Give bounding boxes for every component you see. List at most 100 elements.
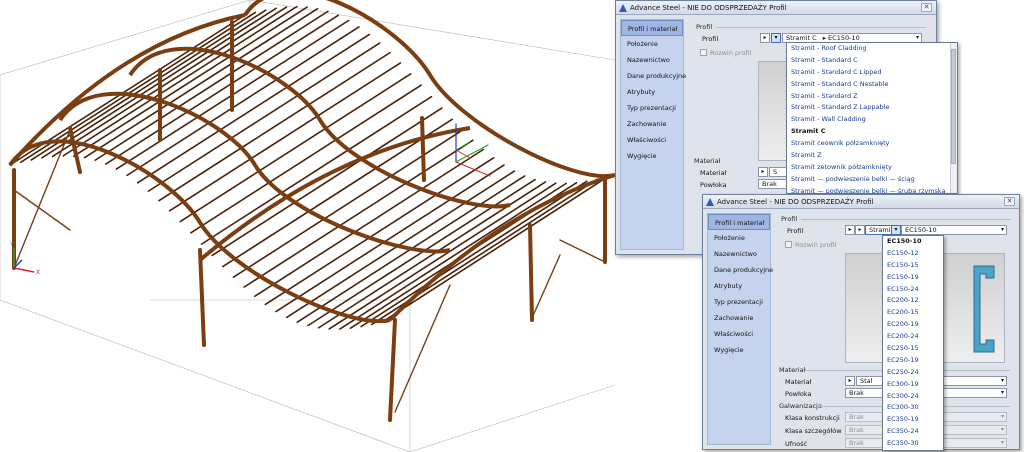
dropdown-option[interactable]: Stramit Z — [787, 150, 957, 162]
sidebar-item[interactable]: Zachowanie — [621, 116, 683, 132]
sidebar-item[interactable]: Dane produkcyjne — [708, 262, 773, 278]
dialog-titlebar[interactable]: Advance Steel - NIE DO ODSPRZEDAŻY Profi… — [703, 195, 1019, 209]
close-icon[interactable]: ✕ — [921, 3, 932, 12]
column — [198, 248, 206, 347]
dropdown-option[interactable]: EC300-19 — [883, 379, 943, 391]
dropdown-option[interactable]: Stramit C — [787, 126, 957, 138]
dropdown-option[interactable]: EC350-30 — [883, 438, 943, 450]
dropdown-option[interactable]: EC150-15 — [883, 260, 943, 272]
purlin — [232, 129, 464, 278]
steel-structure-model[interactable] — [8, 0, 616, 422]
dropdown-scrollbar[interactable] — [950, 43, 957, 193]
sidebar-item[interactable]: Położenie — [621, 36, 683, 52]
dialog-sidebar: Profil i materiał Położenie Nazewnictwo Dan… — [620, 19, 686, 250]
sidebar-item[interactable]: Atrybuty — [621, 84, 683, 100]
size-combo[interactable]: EC150-10 ▾ — [901, 225, 1007, 235]
size-dropdown-button[interactable]: ▾ — [891, 225, 901, 235]
sidebar-item[interactable]: Nazewnictwo — [621, 52, 683, 68]
dropdown-option[interactable]: EC300-24 — [883, 391, 943, 403]
sidebar-item[interactable]: Profil i materiał — [621, 20, 683, 36]
sidebar-item[interactable]: Wygięcie — [708, 342, 770, 358]
dropdown-option[interactable]: Stramit - Roof Cladding — [787, 43, 957, 55]
cross-frame — [388, 173, 616, 322]
dialog-titlebar[interactable]: Advance Steel - NIE DO ODSPRZEDAŻY Profi… — [616, 1, 936, 15]
chevron-down-icon: ▾ — [915, 34, 919, 41]
material-prev-icon[interactable]: ▸ — [758, 167, 768, 177]
scrollbar-thumb[interactable] — [951, 49, 956, 164]
profile-dialog-front: Advance Steel - NIE DO ODSPRZEDAŻY Profi… — [702, 194, 1020, 450]
sidebar-item[interactable]: Atrybuty — [708, 278, 770, 294]
confidence-value: Brak — [849, 439, 864, 447]
sidebar-item[interactable]: Typ prezentacji — [621, 100, 683, 116]
size-value: EC150-10 — [828, 34, 860, 42]
dropdown-option[interactable]: EC350-24 — [883, 426, 943, 438]
unfold-profile-checkbox[interactable] — [785, 241, 792, 248]
unfold-profile-label: Rozwiń profil — [795, 241, 837, 249]
coating-combo[interactable]: Brak — [758, 179, 789, 189]
sidebar-item[interactable]: Dane produkcyjne — [621, 68, 686, 84]
class-detail-label: Klasa szczegółów — [785, 427, 842, 435]
dropdown-option[interactable]: EC200-19 — [883, 319, 943, 331]
dropdown-option[interactable]: EC350-19 — [883, 414, 943, 426]
brace — [559, 239, 606, 263]
material-prev-icon[interactable]: ▸ — [845, 376, 855, 386]
ucs-y-label: Y — [9, 241, 14, 248]
dropdown-option[interactable]: Stramit - Wall Cladding — [787, 114, 957, 126]
dropdown-option[interactable]: EC200-24 — [883, 331, 943, 343]
section-profile-title: Profil — [781, 215, 798, 223]
dropdown-option[interactable]: EC150-12 — [883, 248, 943, 260]
chevron-down-icon: ▾ — [1000, 377, 1004, 384]
purlin — [94, 10, 329, 162]
dropdown-option[interactable]: Stramit - Standard C Nestable — [787, 79, 957, 91]
dropdown-option[interactable]: EC150-10 — [883, 236, 943, 248]
sidebar-item[interactable]: Wygięcie — [621, 148, 683, 164]
section-galv-title: Galwanizacja — [779, 402, 822, 410]
viewport-bounding-box — [0, 0, 616, 452]
dropdown-option[interactable]: Stramit — podwieszenie belki — śruba rzy… — [787, 186, 957, 193]
sidebar-item[interactable]: Typ prezentacji — [708, 294, 770, 310]
family-value: Stramit C — [786, 34, 817, 42]
dropdown-option[interactable]: Stramit - Standard Z Lappable — [787, 102, 957, 114]
profile-size-dropdown-list[interactable]: EC150-10 EC150-12 EC150-15 EC150-19 EC150-24… — [882, 235, 944, 451]
bbox-line — [409, 384, 616, 452]
dropdown-option[interactable]: EC200-12 — [883, 295, 943, 307]
column — [420, 116, 426, 182]
sidebar-item[interactable]: Właściwości — [621, 132, 683, 148]
advance-steel-logo-icon — [706, 198, 714, 206]
sidebar-item[interactable]: Profil i materiał — [708, 214, 770, 230]
sidebar-item[interactable]: Właściwości — [708, 326, 770, 342]
material-label: Materiał — [785, 378, 812, 386]
material-value: Stal — [860, 377, 873, 385]
dropdown-option[interactable]: EC300-30 — [883, 402, 943, 414]
unfold-profile-checkbox[interactable] — [700, 49, 707, 56]
profile-family-dropdown-list[interactable]: Stramit - Roof Cladding Stramit - Standar… — [786, 42, 958, 194]
dropdown-option[interactable]: Stramit - Standard Z — [787, 91, 957, 103]
coating-combo[interactable]: Brak — [845, 388, 885, 398]
dropdown-option[interactable]: EC150-19 — [883, 272, 943, 284]
dropdown-option[interactable]: EC250-24 — [883, 367, 943, 379]
close-icon[interactable]: ✕ — [1004, 197, 1015, 206]
dropdown-option[interactable]: EC200-15 — [883, 307, 943, 319]
dropdown-option[interactable]: Stramit — podwieszenie belki — ściąg — [787, 174, 957, 186]
section-profile-title: Profil — [696, 23, 713, 31]
family-dropdown-button[interactable]: ▾ — [771, 33, 781, 43]
ucs-x-label: X — [36, 269, 40, 276]
coating-value: Brak — [762, 180, 777, 188]
sidebar-item[interactable]: Zachowanie — [708, 310, 770, 326]
dropdown-option[interactable]: EC250-19 — [883, 355, 943, 367]
divider — [801, 219, 1011, 220]
size-value: EC150-10 — [905, 226, 937, 234]
dropdown-option[interactable]: Stramit ceownik półzamknięty — [787, 138, 957, 150]
profile-prev-icon[interactable]: ▸ — [760, 33, 770, 43]
rafter — [243, 0, 616, 179]
dropdown-option[interactable]: EC250-15 — [883, 343, 943, 355]
profile-next-icon[interactable]: ▸ — [855, 225, 865, 235]
dropdown-option[interactable]: Stramit - Standard C — [787, 55, 957, 67]
coating-value: Brak — [849, 389, 864, 397]
sidebar-item[interactable]: Nazewnictwo — [708, 246, 770, 262]
dropdown-option[interactable]: Stramit - Standard C Lipped — [787, 67, 957, 79]
profile-prev-icon[interactable]: ▸ — [845, 225, 855, 235]
sidebar-item[interactable]: Położenie — [708, 230, 770, 246]
dropdown-option[interactable]: Stramit zetownik półzamknięty — [787, 162, 957, 174]
dropdown-option[interactable]: EC150-24 — [883, 284, 943, 296]
